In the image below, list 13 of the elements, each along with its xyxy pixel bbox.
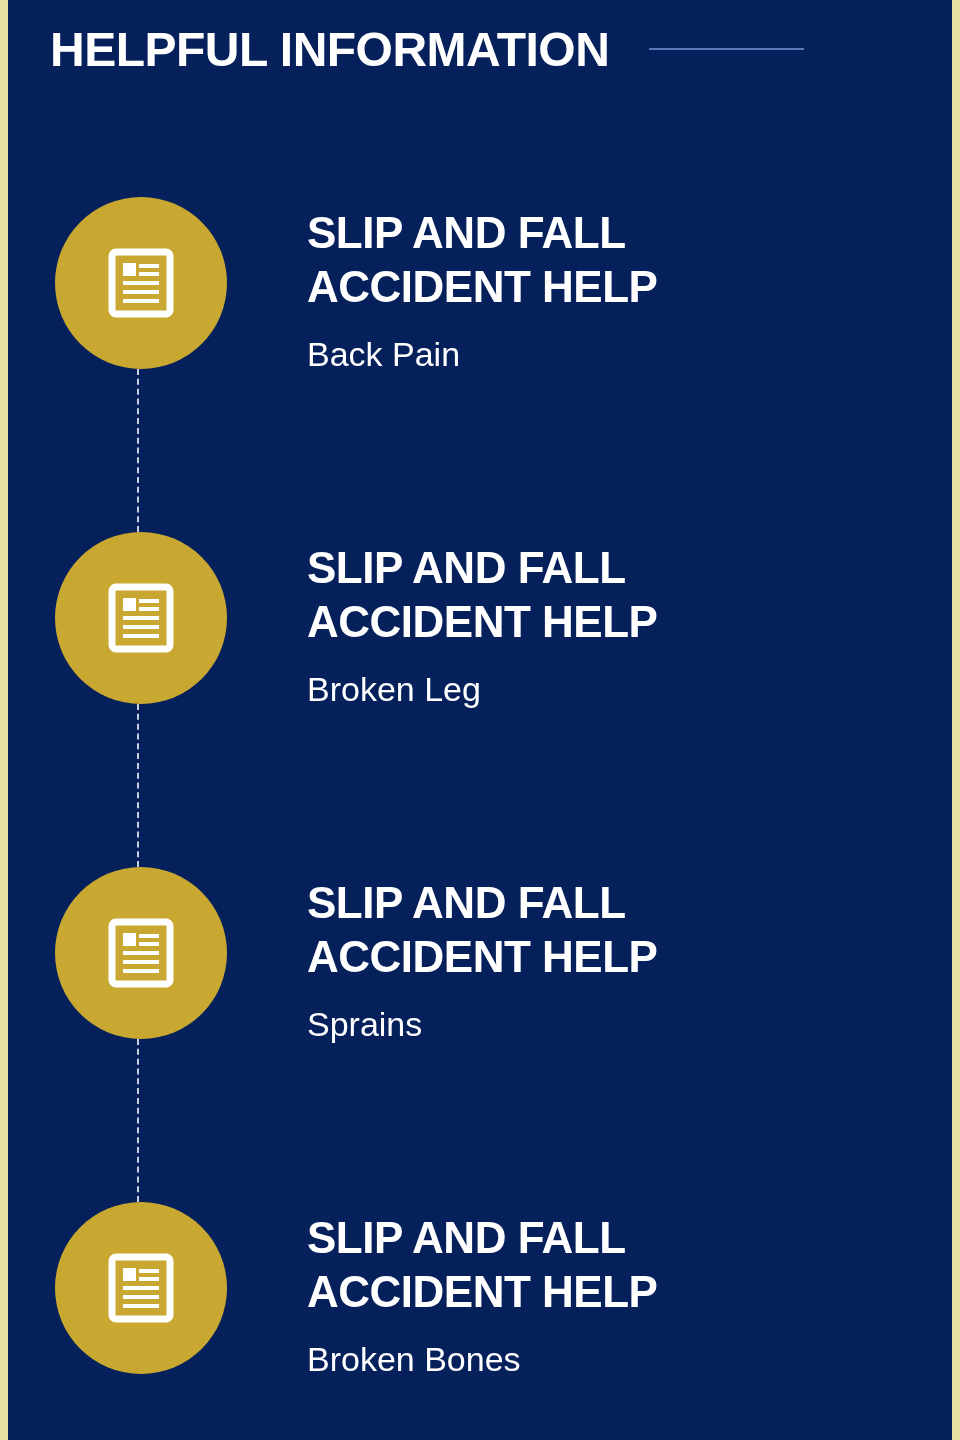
- section-heading: HELPFUL INFORMATION: [50, 21, 610, 77]
- item-title[interactable]: SLIP AND FALL ACCIDENT HELP: [307, 876, 737, 984]
- document-icon: [108, 1253, 174, 1323]
- item-title[interactable]: SLIP AND FALL ACCIDENT HELP: [307, 1211, 737, 1319]
- document-icon: [108, 248, 174, 318]
- item-subtitle: Broken Bones: [307, 1339, 522, 1379]
- item-subtitle: Broken Leg: [307, 669, 482, 709]
- item-title[interactable]: SLIP AND FALL ACCIDENT HELP: [307, 206, 737, 314]
- item-subtitle: Sprains: [307, 1004, 424, 1044]
- document-icon: [108, 918, 174, 988]
- document-icon: [108, 583, 174, 653]
- item-subtitle: Back Pain: [307, 334, 462, 374]
- item-title[interactable]: SLIP AND FALL ACCIDENT HELP: [307, 541, 737, 649]
